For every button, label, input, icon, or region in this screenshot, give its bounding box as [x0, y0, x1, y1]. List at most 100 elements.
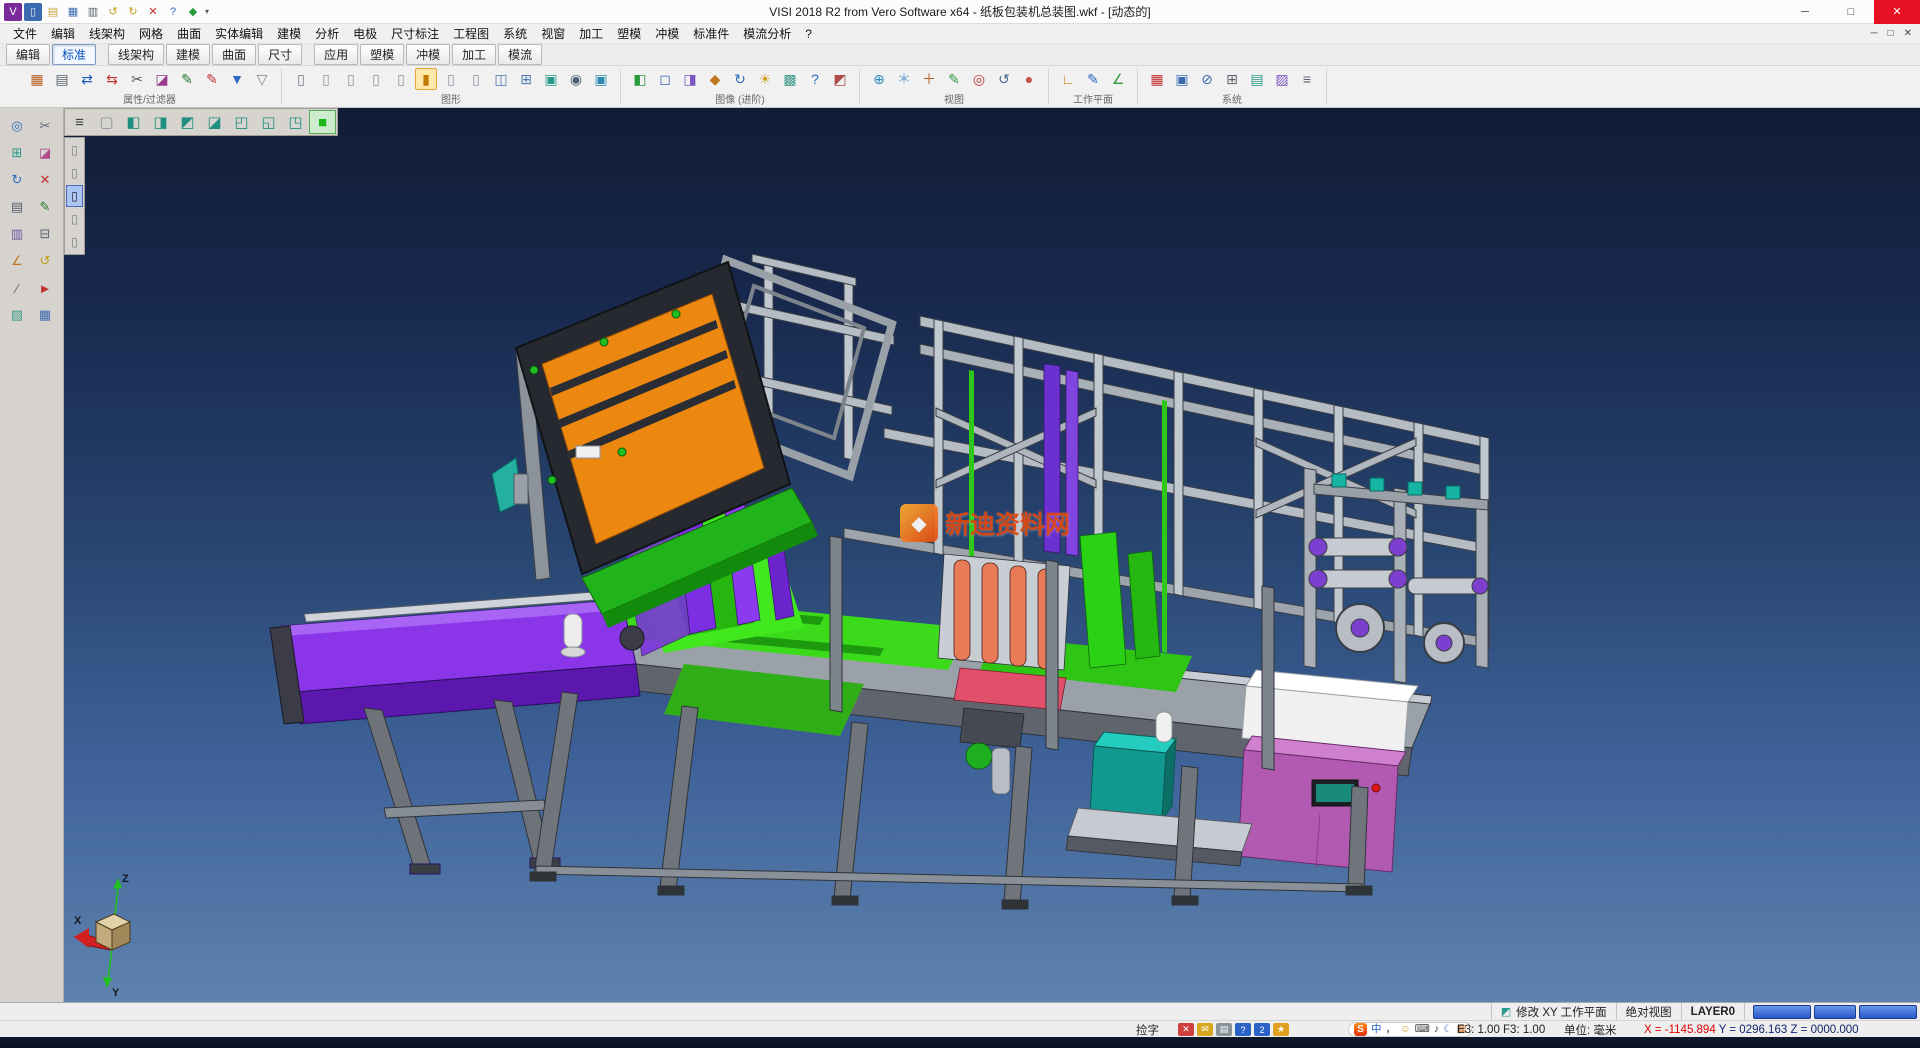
window-bar-icon-4[interactable]: ▯	[390, 68, 412, 90]
print-icon[interactable]: ▥	[84, 3, 102, 21]
window-page-icon[interactable]: ▯	[290, 68, 312, 90]
machine-model[interactable]	[64, 108, 1920, 1002]
filter-elements-icon[interactable]: ▼	[226, 68, 248, 90]
statistics-icon[interactable]: ▨	[1271, 68, 1293, 90]
status-blue-field-1[interactable]	[1753, 1005, 1811, 1019]
edit-remove-icon[interactable]: ✎	[201, 68, 223, 90]
clipboard-slot-icon-5[interactable]: ▯	[66, 231, 83, 253]
monitor-icon[interactable]: ▣	[1171, 68, 1193, 90]
zoom-all-icon[interactable]: ⊕	[868, 68, 890, 90]
window-bar-icon-5[interactable]: ▯	[440, 68, 462, 90]
menu-item[interactable]: 加工	[572, 25, 610, 42]
calculator-icon[interactable]: ⊟	[34, 223, 56, 245]
transform-icon[interactable]: ↻	[6, 169, 28, 191]
menu-item[interactable]: 建模	[270, 25, 308, 42]
menu-item[interactable]: 线架构	[82, 25, 132, 42]
zoom-target-icon[interactable]: ◎	[968, 68, 990, 90]
filter-reset-icon[interactable]: ▽	[251, 68, 273, 90]
mdi-minimize-icon[interactable]: ─	[1870, 28, 1877, 39]
quad-view-icon[interactable]: ⊞	[515, 68, 537, 90]
save-view-icon[interactable]: ▦	[34, 304, 56, 326]
palette-icon[interactable]: ▨	[6, 304, 28, 326]
clipboard-slot-icon-3[interactable]: ▯	[66, 185, 83, 207]
tray-count-icon[interactable]: 2	[1254, 1023, 1270, 1036]
menu-item[interactable]: 工程图	[446, 25, 496, 42]
material-icon[interactable]: ▩	[779, 68, 801, 90]
infeed-conveyor[interactable]	[270, 590, 644, 874]
select-icon[interactable]: ◎	[6, 115, 28, 137]
view-plane-icon[interactable]: ▢	[93, 110, 120, 134]
wireframe-icon[interactable]: ◻	[654, 68, 676, 90]
dynamic-view-icon[interactable]: ■	[309, 110, 336, 134]
new-file-icon[interactable]: ▯	[24, 3, 42, 21]
clipboard-slot-icon-4[interactable]: ▯	[66, 208, 83, 230]
ime-mic-icon[interactable]: ♪	[1434, 1023, 1439, 1036]
menu-item[interactable]: 模流分析	[736, 25, 798, 42]
workplane-align-icon[interactable]: ∠	[1107, 68, 1129, 90]
iso-view-icon-1[interactable]: ◧	[120, 110, 147, 134]
minimize-button[interactable]: ─	[1782, 0, 1828, 24]
menu-item[interactable]: 塑模	[610, 25, 648, 42]
塑模[interactable]: 塑模	[360, 44, 404, 65]
tolerance-icon[interactable]: ▤	[1246, 68, 1268, 90]
曲面[interactable]: 曲面	[212, 44, 256, 65]
grid-settings-icon[interactable]: ⊞	[1221, 68, 1243, 90]
clipboard-slot-icon-2[interactable]: ▯	[66, 162, 83, 184]
pan-view-icon[interactable]: ＋	[918, 68, 940, 90]
info-icon[interactable]: ◆	[184, 3, 202, 21]
notes-icon[interactable]: ✎	[34, 196, 56, 218]
menu-item[interactable]: 视窗	[534, 25, 572, 42]
shading-icon[interactable]: ◧	[629, 68, 651, 90]
menu-item[interactable]: 编辑	[44, 25, 82, 42]
layers-icon[interactable]: ▤	[6, 196, 28, 218]
menu-item[interactable]: 系统	[496, 25, 534, 42]
entity-info-icon[interactable]: ?	[804, 68, 826, 90]
swap-attributes-icon[interactable]: ⇄	[76, 68, 98, 90]
ime-lang-icon[interactable]: 中	[1371, 1023, 1382, 1036]
mdi-restore-icon[interactable]: □	[1888, 28, 1894, 39]
status-blue-field-3[interactable]	[1859, 1005, 1917, 1019]
menu-item[interactable]: 电极	[346, 25, 384, 42]
tray-help-icon[interactable]: ?	[1235, 1023, 1251, 1036]
top-view-icon[interactable]: ◰	[228, 110, 255, 134]
ime-keyboard-icon[interactable]: ⌨	[1415, 1023, 1430, 1036]
copy-attributes-icon[interactable]: ⇆	[101, 68, 123, 90]
tray-print-icon[interactable]: ▤	[1216, 1023, 1232, 1036]
roller-station[interactable]	[1304, 468, 1488, 683]
hidden-line-icon[interactable]: ◨	[679, 68, 701, 90]
menu-item[interactable]: ?	[798, 27, 819, 41]
render-quality-icon[interactable]: ◆	[704, 68, 726, 90]
viewport-3d[interactable]: ◆ 新迪资料网 ≡ ▢ ◧ ◨ ◩ ◪ ◰ ◱ ◳	[64, 108, 1920, 1002]
close-button[interactable]: ✕	[1874, 0, 1920, 24]
filter-printer-icon[interactable]: ▤	[51, 68, 73, 90]
ime-punct-icon[interactable]: ，	[1386, 1023, 1397, 1036]
measure-icon[interactable]: ∠	[6, 250, 28, 272]
尺寸[interactable]: 尺寸	[258, 44, 302, 65]
workplane-axes-icon[interactable]: ∟	[1057, 68, 1079, 90]
split-view-icon[interactable]: ◫	[490, 68, 512, 90]
ruler-icon[interactable]: ∕	[6, 277, 28, 299]
view-list-icon[interactable]: ≡	[66, 110, 93, 134]
snap-grid-icon[interactable]: ⊞	[6, 142, 28, 164]
cascade-view-icon[interactable]: ▣	[540, 68, 562, 90]
冲模[interactable]: 冲模	[406, 44, 450, 65]
view-mode-status[interactable]: 绝对视图	[1616, 1003, 1681, 1020]
cut-elements-icon[interactable]: ✂	[126, 68, 148, 90]
active-window-icon[interactable]: ▮	[415, 68, 437, 90]
front-view-icon[interactable]: ◱	[255, 110, 282, 134]
iso-view-icon-2[interactable]: ◨	[147, 110, 174, 134]
mdi-close-icon[interactable]: ✕	[1904, 28, 1912, 39]
workplane-status[interactable]: ◩ 修改 XY 工作平面	[1491, 1003, 1616, 1020]
disable-icon[interactable]: ⊘	[1196, 68, 1218, 90]
previous-view-icon[interactable]: ↺	[993, 68, 1015, 90]
window-bar-icon-1[interactable]: ▯	[315, 68, 337, 90]
应用[interactable]: 应用	[314, 44, 358, 65]
tray-star-icon[interactable]: ★	[1273, 1023, 1289, 1036]
menu-item[interactable]: 网格	[132, 25, 170, 42]
database-icon[interactable]: ▥	[6, 223, 28, 245]
delete-icon[interactable]: ✕	[144, 3, 162, 21]
标准[interactable]: 标准	[52, 44, 96, 65]
undo-tool-icon[interactable]: ↺	[34, 250, 56, 272]
window-bar-icon-3[interactable]: ▯	[365, 68, 387, 90]
加工[interactable]: 加工	[452, 44, 496, 65]
